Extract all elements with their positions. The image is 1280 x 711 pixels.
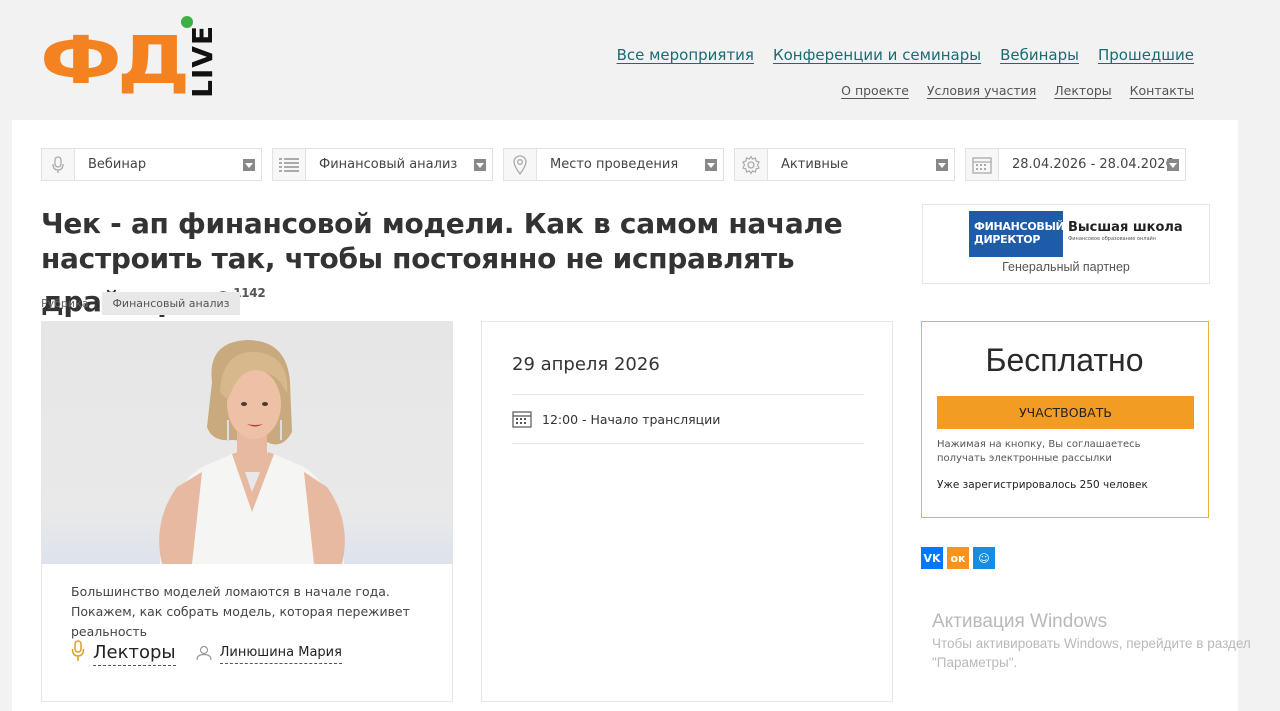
logo-main: ФД bbox=[40, 22, 190, 99]
user-icon bbox=[196, 645, 212, 661]
nav-webinars[interactable]: Вебинары bbox=[1000, 46, 1079, 64]
nav-about[interactable]: О проекте bbox=[841, 83, 909, 98]
speaker-card: Большинство моделей ломаются в начале го… bbox=[41, 321, 453, 702]
windows-activation-watermark: Активация Windows Чтобы активировать Win… bbox=[932, 610, 1272, 672]
social-share: VK ок ☺ bbox=[921, 547, 995, 569]
partner-logo: ФИНАНСОВЫЙ ДИРЕКТОР bbox=[969, 211, 1065, 257]
chevron-down-icon bbox=[936, 159, 948, 171]
list-icon bbox=[273, 149, 306, 180]
filter-type[interactable]: Вебинар bbox=[41, 148, 262, 181]
nav-contacts[interactable]: Контакты bbox=[1130, 83, 1194, 98]
chevron-down-icon bbox=[1167, 159, 1179, 171]
chevron-down-icon bbox=[705, 159, 717, 171]
partner-logo-text: Высшая школа Финансовое образование онла… bbox=[1068, 220, 1183, 242]
calendar-icon bbox=[966, 149, 999, 180]
lector-name: Линюшина Мария bbox=[219, 643, 342, 664]
rubric-label: Рубрика bbox=[41, 297, 89, 310]
partner-logo-sub: Финансовое образование онлайн bbox=[1068, 236, 1157, 242]
nav-lectors[interactable]: Лекторы bbox=[1054, 83, 1111, 98]
mymail-icon[interactable]: ☺ bbox=[973, 547, 995, 569]
filter-location[interactable]: Место проведения bbox=[503, 148, 724, 181]
lectors-label[interactable]: Лекторы bbox=[93, 641, 176, 666]
event-time: 12:00 - Начало трансляции bbox=[542, 411, 721, 427]
lector-item[interactable]: Линюшина Мария bbox=[196, 643, 342, 664]
nav-conferences[interactable]: Конференции и семинары bbox=[773, 46, 981, 64]
chevron-down-icon bbox=[243, 159, 255, 171]
filter-status[interactable]: Активные bbox=[734, 148, 955, 181]
nav-all-events[interactable]: Все мероприятия bbox=[617, 46, 754, 64]
event-time-row: 12:00 - Начало трансляции bbox=[512, 410, 720, 428]
microphone-icon bbox=[42, 149, 75, 180]
price-label: Бесплатно bbox=[985, 342, 1144, 378]
event-date: 29 апреля 2026 bbox=[512, 354, 660, 375]
calendar-icon bbox=[512, 411, 532, 428]
chevron-down-icon bbox=[474, 159, 486, 171]
filter-category[interactable]: Финансовый анализ bbox=[272, 148, 493, 181]
nav-past[interactable]: Прошедшие bbox=[1098, 46, 1194, 64]
divider bbox=[512, 394, 864, 395]
partner-box[interactable]: ФИНАНСОВЫЙ ДИРЕКТОР Высшая школа Финансо… bbox=[922, 204, 1210, 284]
site-header: ФД LIVE Все мероприятия Конференции и се… bbox=[0, 0, 1280, 120]
gear-icon bbox=[735, 149, 768, 180]
main-nav: Все мероприятия Конференции и семинары В… bbox=[617, 46, 1194, 64]
event-description: Большинство моделей ломаются в начале го… bbox=[71, 584, 410, 639]
divider bbox=[512, 443, 864, 444]
filter-type-label: Вебинар bbox=[88, 157, 147, 172]
filter-location-label: Место проведения bbox=[550, 157, 679, 172]
nav-terms[interactable]: Условия участия bbox=[927, 83, 1036, 98]
partner-caption: Генеральный партнер bbox=[1002, 260, 1130, 274]
speaker-photo bbox=[42, 322, 452, 564]
filter-category-label: Финансовый анализ bbox=[319, 157, 458, 172]
filter-date-label: 28.04.2026 - 28.04.2026 bbox=[1012, 157, 1174, 172]
watermark-text: Чтобы активировать Windows, перейдите в … bbox=[932, 636, 1251, 670]
partner-logo-title: Высшая школа bbox=[1068, 220, 1183, 235]
microphone-icon bbox=[71, 640, 85, 666]
vk-icon[interactable]: VK bbox=[921, 547, 943, 569]
secondary-nav: О проекте Условия участия Лекторы Контак… bbox=[841, 83, 1194, 98]
odnoklassniki-icon[interactable]: ок bbox=[947, 547, 969, 569]
filter-date[interactable]: 28.04.2026 - 28.04.2026 bbox=[965, 148, 1186, 181]
rubric-tag[interactable]: Финансовый анализ bbox=[102, 292, 240, 315]
schedule-card: 29 апреля 2026 12:00 - Начало трансляции bbox=[481, 321, 893, 702]
rubric: Рубрика Финансовый анализ bbox=[41, 292, 240, 315]
registration-box: Бесплатно УЧАСТВОВАТЬ Нажимая на кнопку,… bbox=[921, 321, 1209, 518]
watermark-title: Активация Windows bbox=[932, 611, 1108, 632]
lectors-row: Лекторы Линюшина Мария bbox=[71, 640, 342, 666]
site-logo[interactable]: ФД LIVE bbox=[40, 14, 219, 104]
consent-note: Нажимая на кнопку, Вы соглашаетесь получ… bbox=[937, 439, 1141, 464]
participate-button[interactable]: УЧАСТВОВАТЬ bbox=[937, 396, 1194, 429]
registered-count: Уже зарегистрировалось 250 человек bbox=[937, 479, 1148, 491]
logo-sub: LIVE bbox=[186, 24, 219, 98]
map-pin-icon bbox=[504, 149, 537, 180]
filter-status-label: Активные bbox=[781, 157, 849, 172]
